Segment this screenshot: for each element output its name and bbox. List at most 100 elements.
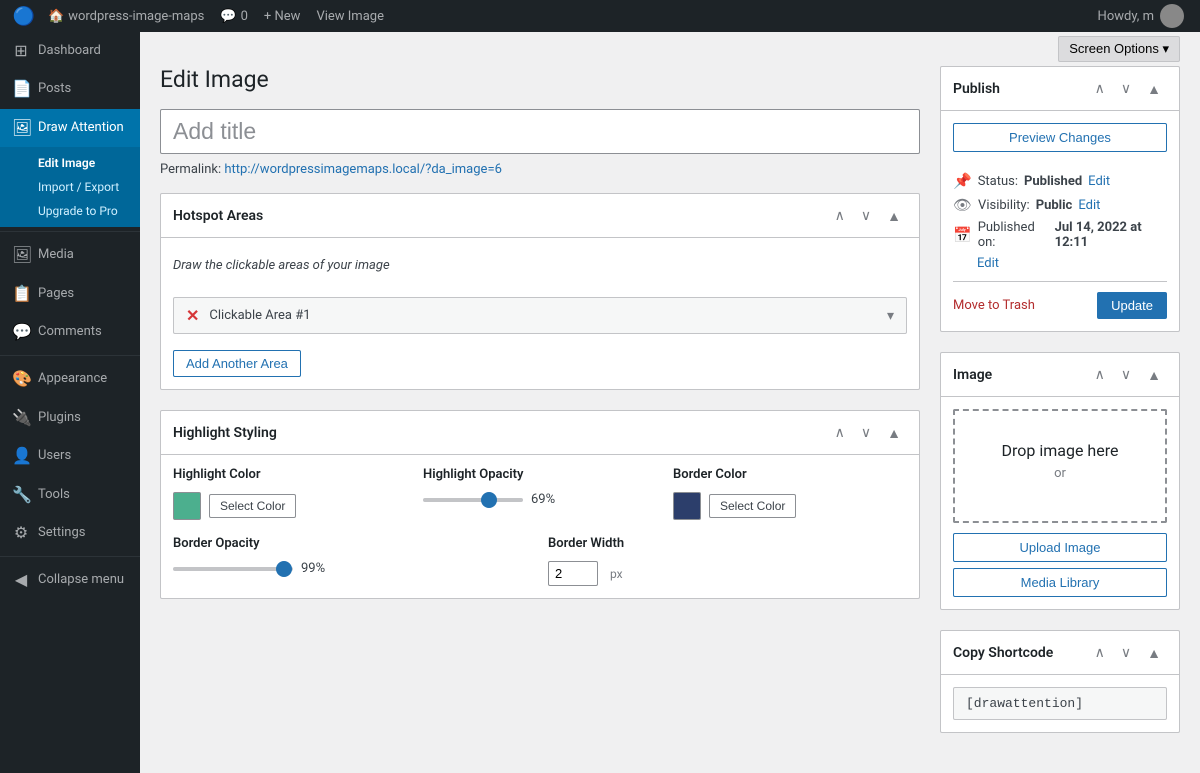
menu-separator bbox=[0, 231, 140, 232]
delete-area-button[interactable]: ✕ bbox=[186, 306, 199, 325]
view-image-label: View Image bbox=[316, 9, 384, 24]
sidebar-item-media[interactable]: 🖼 Media bbox=[0, 236, 140, 274]
publish-collapse-up-button[interactable]: ∧ bbox=[1089, 76, 1111, 101]
sidebar-item-comments[interactable]: 💬 Comments bbox=[0, 313, 140, 351]
border-width-input[interactable] bbox=[548, 561, 598, 586]
shortcode-controls: ∧ ∨ ▲ bbox=[1089, 640, 1167, 665]
user-menu[interactable]: Howdy, m bbox=[1090, 0, 1192, 32]
image-controls: ∧ ∨ ▲ bbox=[1089, 362, 1167, 387]
page-title: Edit Image bbox=[160, 66, 920, 93]
publish-metabox: Publish ∧ ∨ ▲ Preview Changes bbox=[940, 66, 1180, 332]
publish-footer: Move to Trash Update bbox=[953, 281, 1167, 319]
publish-controls: ∧ ∨ ▲ bbox=[1089, 76, 1167, 101]
shortcode-drag-handle-button[interactable]: ▲ bbox=[1141, 641, 1167, 665]
shortcode-collapse-down-button[interactable]: ∨ bbox=[1115, 640, 1137, 665]
sidebar-item-plugins[interactable]: 🔌 Plugins bbox=[0, 399, 140, 437]
admin-bar: 🔵 🏠 wordpress-image-maps 💬 0 + New View … bbox=[0, 0, 1200, 32]
collapse-menu-button[interactable]: ◀ Collapse menu bbox=[0, 561, 140, 599]
submenu-item-upgrade-pro[interactable]: Upgrade to Pro bbox=[0, 199, 140, 223]
drag-handle-button[interactable]: ▲ bbox=[881, 421, 907, 445]
screen-options-button[interactable]: Screen Options ▾ bbox=[1058, 36, 1180, 62]
drop-or: or bbox=[971, 466, 1149, 481]
border-opacity-label: Border Opacity bbox=[173, 536, 532, 551]
wp-logo[interactable]: 🔵 bbox=[8, 0, 40, 32]
border-color-swatch[interactable] bbox=[673, 492, 701, 520]
highlight-opacity-value: 69% bbox=[531, 492, 555, 507]
published-date: Jul 14, 2022 at 12:11 bbox=[1055, 220, 1167, 250]
border-opacity-slider[interactable] bbox=[173, 567, 293, 571]
shortcode-display[interactable]: [drawattention] bbox=[953, 687, 1167, 720]
visibility-prefix: Visibility: bbox=[978, 198, 1030, 213]
collapse-up-button[interactable]: ∧ bbox=[829, 203, 851, 228]
sidebar-item-users[interactable]: 👤 Users bbox=[0, 437, 140, 475]
publish-drag-handle-button[interactable]: ▲ bbox=[1141, 77, 1167, 101]
image-drag-handle-button[interactable]: ▲ bbox=[1141, 363, 1167, 387]
sidebar-item-label: Posts bbox=[38, 80, 71, 98]
calendar-icon: 📅 bbox=[953, 226, 972, 244]
menu-separator bbox=[0, 556, 140, 557]
adminbar-right: Howdy, m bbox=[1090, 0, 1192, 32]
image-collapse-down-button[interactable]: ∨ bbox=[1115, 362, 1137, 387]
wp-layout: ⊞ Dashboard 📄 Posts 🖼 Draw Attention Edi… bbox=[0, 32, 1200, 773]
preview-changes-button[interactable]: Preview Changes bbox=[953, 123, 1167, 152]
sidebar-item-settings[interactable]: ⚙ Settings bbox=[0, 514, 140, 552]
visibility-edit-link[interactable]: Edit bbox=[1078, 198, 1100, 213]
shortcode-collapse-up-button[interactable]: ∧ bbox=[1089, 640, 1111, 665]
border-width-item: Border Width px bbox=[548, 536, 907, 586]
image-collapse-up-button[interactable]: ∧ bbox=[1089, 362, 1111, 387]
sidebar-item-appearance[interactable]: 🎨 Appearance bbox=[0, 360, 140, 398]
collapse-up-button[interactable]: ∧ bbox=[829, 420, 851, 445]
sidebar-item-draw-attention[interactable]: 🖼 Draw Attention bbox=[0, 109, 140, 147]
postbox-controls: ∧ ∨ ▲ bbox=[829, 203, 907, 228]
view-image-link[interactable]: View Image bbox=[308, 0, 392, 32]
highlight-color-label: Highlight Color bbox=[173, 467, 407, 482]
submenu-item-import-export[interactable]: Import / Export bbox=[0, 175, 140, 199]
sidebar-item-label: Pages bbox=[38, 285, 74, 303]
users-icon: 👤 bbox=[12, 445, 30, 467]
highlight-color-swatch[interactable] bbox=[173, 492, 201, 520]
submenu-item-edit-image[interactable]: Edit Image bbox=[0, 151, 140, 175]
post-title-input[interactable] bbox=[160, 109, 920, 154]
collapse-down-button[interactable]: ∨ bbox=[855, 420, 877, 445]
sidebar-item-label: Comments bbox=[38, 323, 102, 341]
sidebar-item-posts[interactable]: 📄 Posts bbox=[0, 70, 140, 108]
publish-collapse-down-button[interactable]: ∨ bbox=[1115, 76, 1137, 101]
site-name[interactable]: 🏠 wordpress-image-maps bbox=[40, 0, 212, 32]
comments-icon: 💬 bbox=[220, 9, 236, 24]
border-select-color-button[interactable]: Select Color bbox=[709, 494, 796, 518]
image-title: Image bbox=[953, 367, 1089, 383]
hotspot-areas-metabox: Hotspot Areas ∧ ∨ ▲ Draw the clickable a… bbox=[160, 193, 920, 390]
sidebar-item-dashboard[interactable]: ⊞ Dashboard bbox=[0, 32, 140, 70]
border-opacity-item: Border Opacity 99% bbox=[173, 536, 532, 586]
title-wrap bbox=[160, 109, 920, 154]
upload-image-button[interactable]: Upload Image bbox=[953, 533, 1167, 562]
highlight-grid: Highlight Color Select Color bbox=[173, 467, 907, 520]
toggle-area-button[interactable]: ▾ bbox=[887, 308, 894, 324]
pages-icon: 📋 bbox=[12, 283, 30, 305]
howdy-text: Howdy, m bbox=[1098, 9, 1154, 24]
drag-handle-button[interactable]: ▲ bbox=[881, 204, 907, 228]
add-area-label: Add Another Area bbox=[186, 356, 288, 371]
sidebar-item-label: Settings bbox=[38, 524, 85, 542]
collapse-down-button[interactable]: ∨ bbox=[855, 203, 877, 228]
sidebar-item-pages[interactable]: 📋 Pages bbox=[0, 275, 140, 313]
new-content-menu[interactable]: + New bbox=[256, 0, 309, 32]
permalink-url[interactable]: http://wordpressimagemaps.local/?da_imag… bbox=[224, 162, 502, 177]
publish-body: Preview Changes 📌 Status: Published Edit bbox=[941, 111, 1179, 331]
status-edit-link[interactable]: Edit bbox=[1088, 174, 1110, 189]
hotspot-areas-header: Hotspot Areas ∧ ∨ ▲ bbox=[161, 194, 919, 238]
comments-link[interactable]: 💬 0 bbox=[212, 0, 256, 32]
media-icon: 🖼 bbox=[12, 244, 30, 266]
sidebar-item-tools[interactable]: 🔧 Tools bbox=[0, 476, 140, 514]
border-color-row: Select Color bbox=[673, 492, 907, 520]
update-button[interactable]: Update bbox=[1097, 292, 1167, 319]
published-edit-link[interactable]: Edit bbox=[977, 256, 999, 271]
image-drop-area[interactable]: Drop image here or bbox=[953, 409, 1167, 523]
highlight-select-color-button[interactable]: Select Color bbox=[209, 494, 296, 518]
move-to-trash-link[interactable]: Move to Trash bbox=[953, 298, 1035, 313]
comments-icon: 💬 bbox=[12, 321, 30, 343]
add-another-area-button[interactable]: Add Another Area bbox=[173, 350, 301, 377]
main-content: Screen Options ▾ Edit Image Permalink: h… bbox=[140, 32, 1200, 773]
media-library-button[interactable]: Media Library bbox=[953, 568, 1167, 597]
highlight-opacity-slider[interactable] bbox=[423, 498, 523, 502]
